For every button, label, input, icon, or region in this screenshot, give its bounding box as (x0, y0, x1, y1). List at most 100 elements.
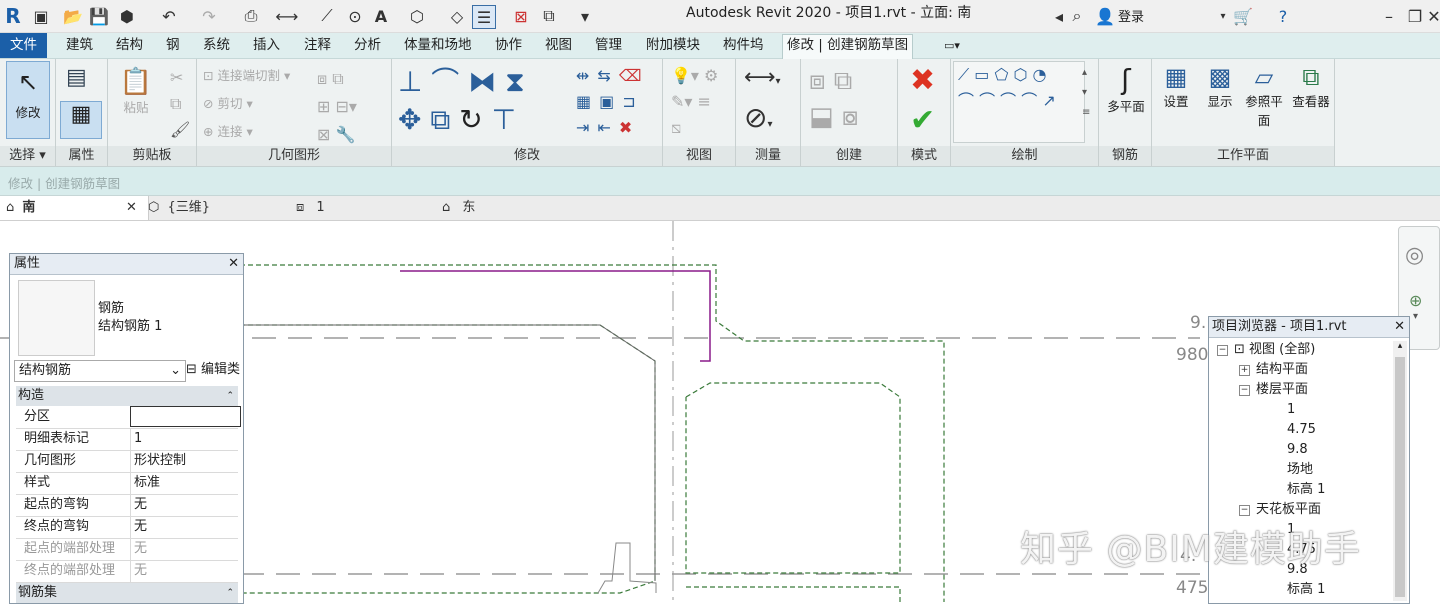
offset-icon[interactable]: ⌒ (431, 65, 459, 98)
tab-analyze[interactable]: 分析 (350, 35, 385, 56)
align-icon[interactable]: ⊥ (398, 65, 422, 98)
set-workplane-button[interactable]: ▦ 设置 (1156, 63, 1196, 110)
paint-icon[interactable]: ⊞ ⊟▾ (317, 93, 357, 121)
tag-icon[interactable]: ⊙ (344, 5, 366, 27)
view-tab-plan-1[interactable]: ⧈ 1 (296, 196, 442, 220)
split-face-icon[interactable]: ⧈ ⧉ (317, 65, 357, 93)
close-icon[interactable]: ✕ (228, 254, 239, 274)
login-link[interactable]: 登录 (1118, 6, 1144, 25)
mirror-axis-icon[interactable]: ⧓ (468, 65, 496, 98)
copy-icon[interactable]: ⧉ (170, 91, 190, 117)
close-icon[interactable]: ✕ (1394, 317, 1405, 337)
split-tools-icon[interactable]: ⇹⇆⌫ (576, 63, 649, 89)
scroll-up-icon[interactable]: ▴ (1393, 341, 1407, 351)
join-cut-button[interactable]: ⊡ 连接端切割 ▾ (203, 65, 290, 84)
measure-distance-icon[interactable]: ⟷▾ (744, 65, 781, 90)
draw-line-tools[interactable]: ⟋ ▭ ⬠ ⬡ ◔ (958, 62, 1084, 88)
undo-icon[interactable]: ↶ (158, 5, 180, 27)
close-view-icon[interactable]: ✕ (126, 196, 137, 220)
cut-icon[interactable]: ✂ (170, 65, 190, 91)
tree-item[interactable]: 4.75 (1287, 421, 1316, 439)
dimension-tool-icon[interactable]: ⊘▾ (744, 101, 773, 134)
user-icon[interactable]: 👤 (1094, 5, 1116, 27)
open-icon[interactable]: 📂 (62, 5, 84, 27)
tab-steel[interactable]: 钢 (162, 35, 184, 56)
view-tab-3d[interactable]: ⬡ {三维} (148, 196, 294, 220)
section-construct[interactable]: 构造 ⌃ (16, 386, 238, 406)
revit-logo-icon[interactable]: R (2, 4, 24, 28)
cart-icon[interactable]: 🛒 (1232, 5, 1254, 27)
view-tab-east[interactable]: ⌂ 东 (442, 196, 588, 220)
match-type-icon[interactable]: 🖌 (170, 117, 190, 143)
thin-lines-icon[interactable]: ☰ (472, 5, 496, 29)
help-icon[interactable]: ? (1272, 5, 1294, 27)
tab-collaborate[interactable]: 协作 (491, 35, 526, 56)
viewer-button[interactable]: ⧉ 查看器 (1288, 63, 1334, 110)
section-rebar-set[interactable]: 钢筋集 ⌃ (16, 583, 238, 603)
view-cube-2d-icon[interactable]: ◎ (1405, 243, 1424, 268)
tree-views-root[interactable]: − ⊡ 视图 (全部) (1217, 341, 1315, 359)
tab-annotate[interactable]: 注释 (300, 35, 335, 56)
tab-massing[interactable]: 体量和场地 (400, 35, 476, 56)
dimension-icon[interactable]: ⟋ (316, 5, 338, 27)
edit-type-button[interactable]: ⊟ 编辑类 (186, 360, 240, 380)
show-workplane-button[interactable]: ▩ 显示 (1200, 63, 1240, 110)
mirror-draw-icon[interactable]: ⧗ (505, 65, 525, 98)
sync-icon[interactable]: ⬢ (116, 5, 138, 27)
ribbon-options-icon[interactable]: ▭▾ (940, 35, 964, 56)
properties-toggle-icon[interactable]: ▦ (60, 101, 102, 139)
rotate-icon[interactable]: ↻ (459, 103, 482, 136)
tree-ceiling-plans[interactable]: − 天花板平面 (1239, 501, 1321, 519)
partition-input[interactable] (130, 406, 241, 427)
tree-item[interactable]: 场地 (1287, 461, 1313, 479)
collapse-icon[interactable]: − (1239, 505, 1250, 516)
print-icon[interactable]: ⎙ (240, 5, 262, 27)
cancel-edit-mode-icon[interactable]: ✖ (910, 63, 935, 98)
zoom-icon[interactable]: ⊕ (1409, 291, 1422, 310)
close-icon[interactable]: ✕ (1427, 5, 1440, 27)
tree-floor-plans[interactable]: − 楼层平面 (1239, 381, 1308, 399)
expand-icon[interactable]: + (1239, 365, 1250, 376)
create-assembly-icon[interactable]: ⧈ ⧉ (809, 63, 858, 99)
tab-component-dock[interactable]: 构件坞 (719, 35, 768, 56)
tab-structure[interactable]: 结构 (112, 35, 147, 56)
linework-icon[interactable]: ⧅ (671, 115, 718, 141)
move-icon[interactable]: ✥ (398, 103, 421, 136)
copy-element-icon[interactable]: ⧉ (430, 103, 450, 136)
draw-arc-tools[interactable]: ⌒ ⌒ ⌒ ⌒ ↗ (958, 88, 1084, 114)
tree-item[interactable]: 1 (1287, 401, 1295, 419)
collapse-icon[interactable]: − (1217, 345, 1228, 356)
save-icon[interactable]: 💾 (88, 5, 110, 27)
customize-qat-icon[interactable]: ▾ (574, 5, 596, 27)
view-tab-south[interactable]: ⌂ 南 ✕ (0, 196, 149, 220)
select-dropdown[interactable]: 选择 ▾ (0, 146, 55, 166)
demolish-icon[interactable]: ⊠ 🔧 (317, 121, 357, 149)
close-hidden-icon[interactable]: ⊠ (510, 5, 532, 27)
text-icon[interactable]: A (370, 5, 392, 27)
tab-insert[interactable]: 插入 (249, 35, 284, 56)
ref-plane-button[interactable]: ▱ 参照平面 (1244, 63, 1284, 129)
tree-structural-plans[interactable]: + 结构平面 (1239, 361, 1308, 379)
section-icon[interactable]: ◇ (446, 5, 468, 27)
tree-item[interactable]: 标高 1 (1287, 481, 1325, 499)
binoculars-icon[interactable]: ⌕ (1066, 5, 1088, 27)
tab-view[interactable]: 视图 (541, 35, 576, 56)
restore-icon[interactable]: ❐ (1404, 5, 1426, 27)
tab-systems[interactable]: 系统 (199, 35, 234, 56)
type-properties-icon[interactable]: ▤ (66, 65, 87, 90)
measure-icon[interactable]: ⟷ (276, 5, 299, 27)
tab-modify-rebar-sketch[interactable]: 修改 | 创建钢筋草图 (782, 34, 914, 59)
tree-item[interactable]: 标高 1 (1287, 581, 1325, 599)
multiplane-button[interactable]: ʃ 多平面 (1103, 63, 1149, 115)
home-icon[interactable]: ▣ (30, 5, 52, 27)
scale-tools-icon[interactable]: ⇥⇤✖ (576, 115, 649, 141)
scroll-thumb[interactable] (1395, 357, 1405, 597)
modify-button[interactable]: ↖ 修改 (6, 61, 50, 139)
switch-windows-icon[interactable]: ⧉ (538, 5, 560, 27)
minimize-icon[interactable]: – (1378, 5, 1400, 27)
tab-manage[interactable]: 管理 (591, 35, 626, 56)
nav-dropdown-icon[interactable]: ▾ (1413, 311, 1418, 322)
join-geometry-button[interactable]: ⊕ 连接 ▾ (203, 121, 253, 140)
tree-item[interactable]: 9.8 (1287, 441, 1308, 459)
browser-scrollbar[interactable]: ▴ (1393, 341, 1407, 601)
